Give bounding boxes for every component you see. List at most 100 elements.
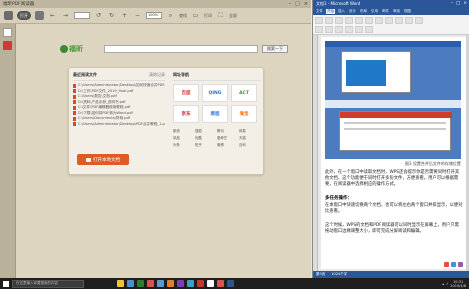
nav-tile[interactable]: ACT: [231, 84, 257, 102]
bookmark-icon[interactable]: [3, 41, 12, 50]
find-icon[interactable]: [415, 17, 423, 24]
nav-link[interactable]: 百科: [239, 142, 261, 147]
taskbar-app-icon[interactable]: [167, 280, 174, 287]
shading-icon[interactable]: [365, 26, 373, 33]
ribbon-tab[interactable]: 文件: [315, 9, 324, 14]
nav-tile[interactable]: 京东: [173, 105, 199, 123]
fullscreen-button[interactable]: 全屏: [229, 13, 237, 19]
nav-link[interactable]: 头条: [173, 142, 195, 147]
zoom-select[interactable]: 100%: [146, 12, 162, 19]
ribbon-tab[interactable]: 设计: [348, 9, 357, 14]
ribbon-tab[interactable]: 引用: [370, 9, 379, 14]
align-left-icon[interactable]: [365, 17, 373, 24]
nav-tile[interactable]: 淘宝: [231, 105, 257, 123]
minimize-button[interactable]: –: [451, 1, 453, 6]
nav-link[interactable]: 搜狐: [195, 128, 217, 133]
nav-tile[interactable]: 携程: [202, 105, 228, 123]
find-icon[interactable]: ⌕: [166, 11, 175, 20]
find-button[interactable]: 查找: [179, 13, 187, 19]
paste-icon[interactable]: [315, 17, 323, 24]
nav-tile[interactable]: QING: [202, 84, 228, 102]
font-size-icon[interactable]: [315, 26, 323, 33]
taskbar-app-icon[interactable]: [137, 280, 144, 287]
dialog-line: [344, 122, 446, 124]
zoom-in-icon[interactable]: +: [120, 11, 129, 20]
recent-file-item[interactable]: C:\Users\Administrator\Desktop\如何快速合并PDF…: [73, 83, 165, 89]
page-thumbnail-icon[interactable]: [3, 28, 12, 37]
nav-link[interactable]: 新浪: [173, 128, 195, 133]
open-button[interactable]: 打开: [17, 11, 31, 20]
translate-icon[interactable]: [444, 262, 449, 267]
fullscreen-icon[interactable]: ⛶: [216, 11, 225, 20]
search-button[interactable]: 搜索一下: [262, 45, 288, 53]
ribbon-tab[interactable]: 邮件: [381, 9, 390, 14]
network-icon[interactable]: ▴: [442, 282, 444, 286]
minimize-button[interactable]: –: [289, 1, 292, 7]
taskbar-app-icon[interactable]: [117, 280, 124, 287]
nav-link[interactable]: 微博: [217, 142, 239, 147]
border-icon[interactable]: [355, 26, 363, 33]
ribbon-tab[interactable]: 审阅: [392, 9, 401, 14]
taskbar-app-icon[interactable]: [227, 280, 234, 287]
nav-link[interactable]: 腾讯: [217, 128, 239, 133]
zoom-out-icon[interactable]: −: [133, 11, 142, 20]
line-spacing-icon[interactable]: [345, 26, 353, 33]
ribbon-tab[interactable]: 插入: [337, 9, 346, 14]
help-icon[interactable]: [458, 262, 463, 267]
windows-start-icon[interactable]: [3, 280, 9, 287]
taskbar-app-icon[interactable]: [157, 280, 164, 287]
rotate-icon[interactable]: ↺: [94, 11, 103, 20]
taskbar-app-icon[interactable]: [187, 280, 194, 287]
taskbar-app-icon[interactable]: [197, 280, 204, 287]
taskbar-app-icon[interactable]: [177, 280, 184, 287]
taskbar-search-input[interactable]: 在这里输入你要搜索的内容: [12, 279, 84, 288]
ribbon-tab[interactable]: 开始: [326, 9, 335, 14]
underline-icon[interactable]: [345, 17, 353, 24]
save-icon[interactable]: [35, 11, 44, 20]
highlight-icon[interactable]: [325, 26, 333, 33]
clear-history-link[interactable]: 清除记录: [149, 72, 165, 78]
ribbon-tab[interactable]: 视图: [403, 9, 412, 14]
share-icon[interactable]: [451, 262, 456, 267]
taskbar-app-icon[interactable]: [147, 280, 154, 287]
recent-file-item[interactable]: C:\Users\Administrator\Desktop\PDF合并教程_1…: [73, 122, 165, 128]
ribbon-tab[interactable]: 布局: [359, 9, 368, 14]
folder-icon[interactable]: [4, 11, 13, 20]
print-button[interactable]: 打印: [204, 13, 212, 19]
nav-link[interactable]: 知乎: [195, 142, 217, 147]
numbering-icon[interactable]: [395, 17, 403, 24]
word-title-bar[interactable]: 文档1 - Microsoft Word – □ ×: [313, 0, 469, 8]
align-center-icon[interactable]: [375, 17, 383, 24]
back-arrow-icon[interactable]: ←: [48, 11, 57, 20]
nav-link[interactable]: 爱奇艺: [217, 135, 239, 140]
print-icon[interactable]: ▭: [191, 11, 200, 20]
close-button[interactable]: ×: [463, 1, 467, 6]
document-page[interactable]: 图3 设置合并后文件的存储位置 此外，在一个窗口中读取文档时，WPS还会提示你是…: [321, 37, 467, 269]
nav-link[interactable]: 凤凰: [173, 135, 195, 140]
styles-icon[interactable]: [405, 17, 413, 24]
indent-icon[interactable]: [335, 26, 343, 33]
open-local-file-button[interactable]: 打开本地文档: [77, 154, 129, 165]
nav-link[interactable]: 网易: [239, 128, 261, 133]
volume-icon[interactable]: ♪: [446, 282, 448, 286]
reader-title-bar[interactable]: 福昕PDF阅读器 – □ ×: [0, 0, 311, 8]
nav-link[interactable]: 天猫: [239, 135, 261, 140]
taskbar-app-icon[interactable]: [217, 280, 224, 287]
clock[interactable]: 10:31 2019/4/8: [450, 280, 466, 288]
italic-icon[interactable]: [335, 17, 343, 24]
bold-icon[interactable]: [325, 17, 333, 24]
nav-link[interactable]: 优酷: [195, 135, 217, 140]
bullets-icon[interactable]: [385, 17, 393, 24]
taskbar-app-icon[interactable]: [207, 280, 214, 287]
taskbar-app-icon[interactable]: [127, 280, 134, 287]
search-input[interactable]: [104, 45, 258, 53]
forward-arrow-icon[interactable]: →: [61, 11, 70, 20]
nav-tile[interactable]: 百度: [173, 84, 199, 102]
page-number-input[interactable]: [74, 12, 90, 19]
refresh-icon[interactable]: ↻: [107, 11, 116, 20]
close-button[interactable]: ×: [304, 1, 308, 7]
word-title: 文档1 - Microsoft Word: [316, 1, 361, 6]
font-color-icon[interactable]: [355, 17, 363, 24]
maximize-button[interactable]: □: [295, 1, 300, 7]
maximize-button[interactable]: □: [456, 1, 460, 6]
